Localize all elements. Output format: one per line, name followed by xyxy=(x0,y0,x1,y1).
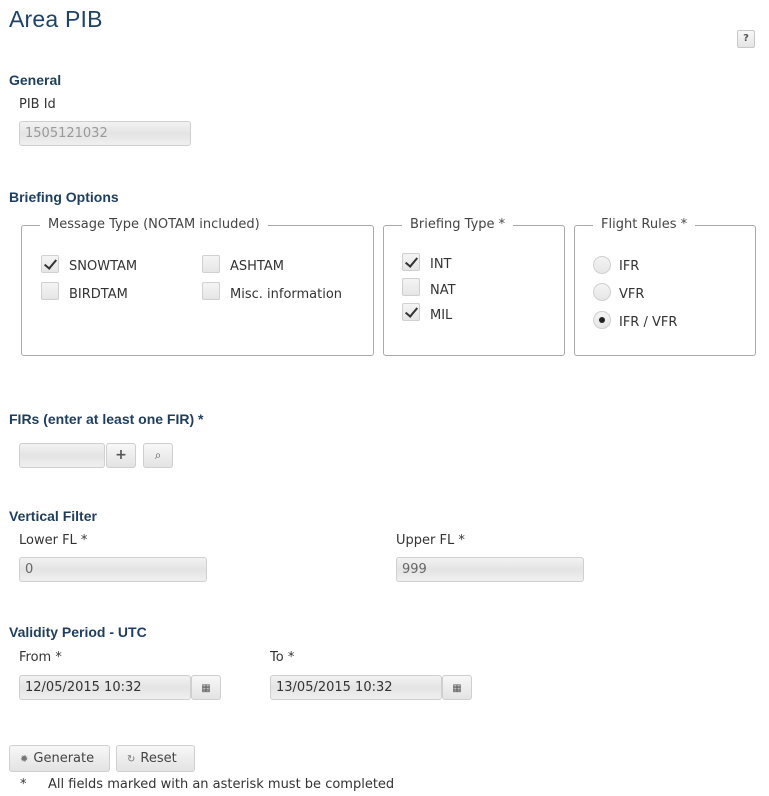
mil-label: MIL xyxy=(430,308,453,323)
firs-title: FIRs (enter at least one FIR) * xyxy=(9,411,204,427)
vfr-label: VFR xyxy=(619,287,645,302)
misc-information-label: Misc. information xyxy=(230,287,343,302)
footer-asterisk: * xyxy=(20,777,27,792)
validity-period-title: Validity Period - UTC xyxy=(9,624,147,640)
generate-label: Generate xyxy=(33,751,95,766)
vfr-radio[interactable] xyxy=(593,283,611,301)
required-fields-note: All fields marked with an asterisk must … xyxy=(48,777,395,792)
nat-checkbox[interactable] xyxy=(402,278,420,296)
ifr-label: IFR xyxy=(619,259,640,274)
ifr-vfr-label: IFR / VFR xyxy=(619,315,678,330)
lower-fl-label: Lower FL * xyxy=(19,533,88,548)
snowtam-label: SNOWTAM xyxy=(69,259,138,274)
page-title: Area PIB xyxy=(9,6,103,32)
search-icon: ⌕ xyxy=(154,448,162,462)
general-section-title: General xyxy=(9,72,62,88)
int-label: INT xyxy=(430,257,452,272)
vertical-filter-title: Vertical Filter xyxy=(9,508,97,524)
upper-fl-input[interactable]: 999 xyxy=(396,557,584,582)
birdtam-checkbox[interactable] xyxy=(41,282,59,300)
lower-fl-input[interactable]: 0 xyxy=(19,557,207,582)
birdtam-label: BIRDTAM xyxy=(69,287,128,302)
from-calendar-button[interactable]: ▦ xyxy=(191,675,221,700)
ifr-vfr-radio[interactable] xyxy=(593,311,611,329)
misc-information-checkbox[interactable] xyxy=(202,282,220,300)
calendar-icon: ▦ xyxy=(452,683,462,694)
reset-button[interactable]: ↻ Reset xyxy=(116,745,195,772)
ashtam-label: ASHTAM xyxy=(230,259,284,274)
pib-id-field: 1505121032 xyxy=(19,121,191,146)
mil-checkbox[interactable] xyxy=(402,303,420,321)
int-checkbox[interactable] xyxy=(402,253,420,271)
fir-input[interactable] xyxy=(19,443,105,468)
pib-id-label: PIB Id xyxy=(19,97,56,112)
to-label: To * xyxy=(270,650,295,665)
upper-fl-label: Upper FL * xyxy=(396,533,465,548)
reset-label: Reset xyxy=(140,751,177,766)
plus-icon: + xyxy=(115,447,127,463)
to-date-input[interactable]: 13/05/2015 10:32 xyxy=(270,675,442,700)
flight-rules-legend: Flight Rules * xyxy=(593,217,696,232)
ifr-radio[interactable] xyxy=(593,256,611,274)
from-date-input[interactable]: 12/05/2015 10:32 xyxy=(19,675,191,700)
briefing-options-title: Briefing Options xyxy=(9,189,119,205)
calendar-icon: ▦ xyxy=(201,683,211,694)
search-fir-button[interactable]: ⌕ xyxy=(143,443,173,468)
nat-label: NAT xyxy=(430,283,456,298)
to-calendar-button[interactable]: ▦ xyxy=(442,675,472,700)
add-fir-button[interactable]: + xyxy=(106,443,136,468)
message-type-legend: Message Type (NOTAM included) xyxy=(40,217,268,232)
gear-icon: ✹ xyxy=(20,754,29,765)
generate-button[interactable]: ✹ Generate xyxy=(9,745,110,772)
help-button[interactable]: ? xyxy=(737,30,755,48)
from-label: From * xyxy=(19,650,62,665)
refresh-icon: ↻ xyxy=(127,754,136,765)
briefing-type-legend: Briefing Type * xyxy=(402,217,514,232)
snowtam-checkbox[interactable] xyxy=(41,255,59,273)
ashtam-checkbox[interactable] xyxy=(202,255,220,273)
